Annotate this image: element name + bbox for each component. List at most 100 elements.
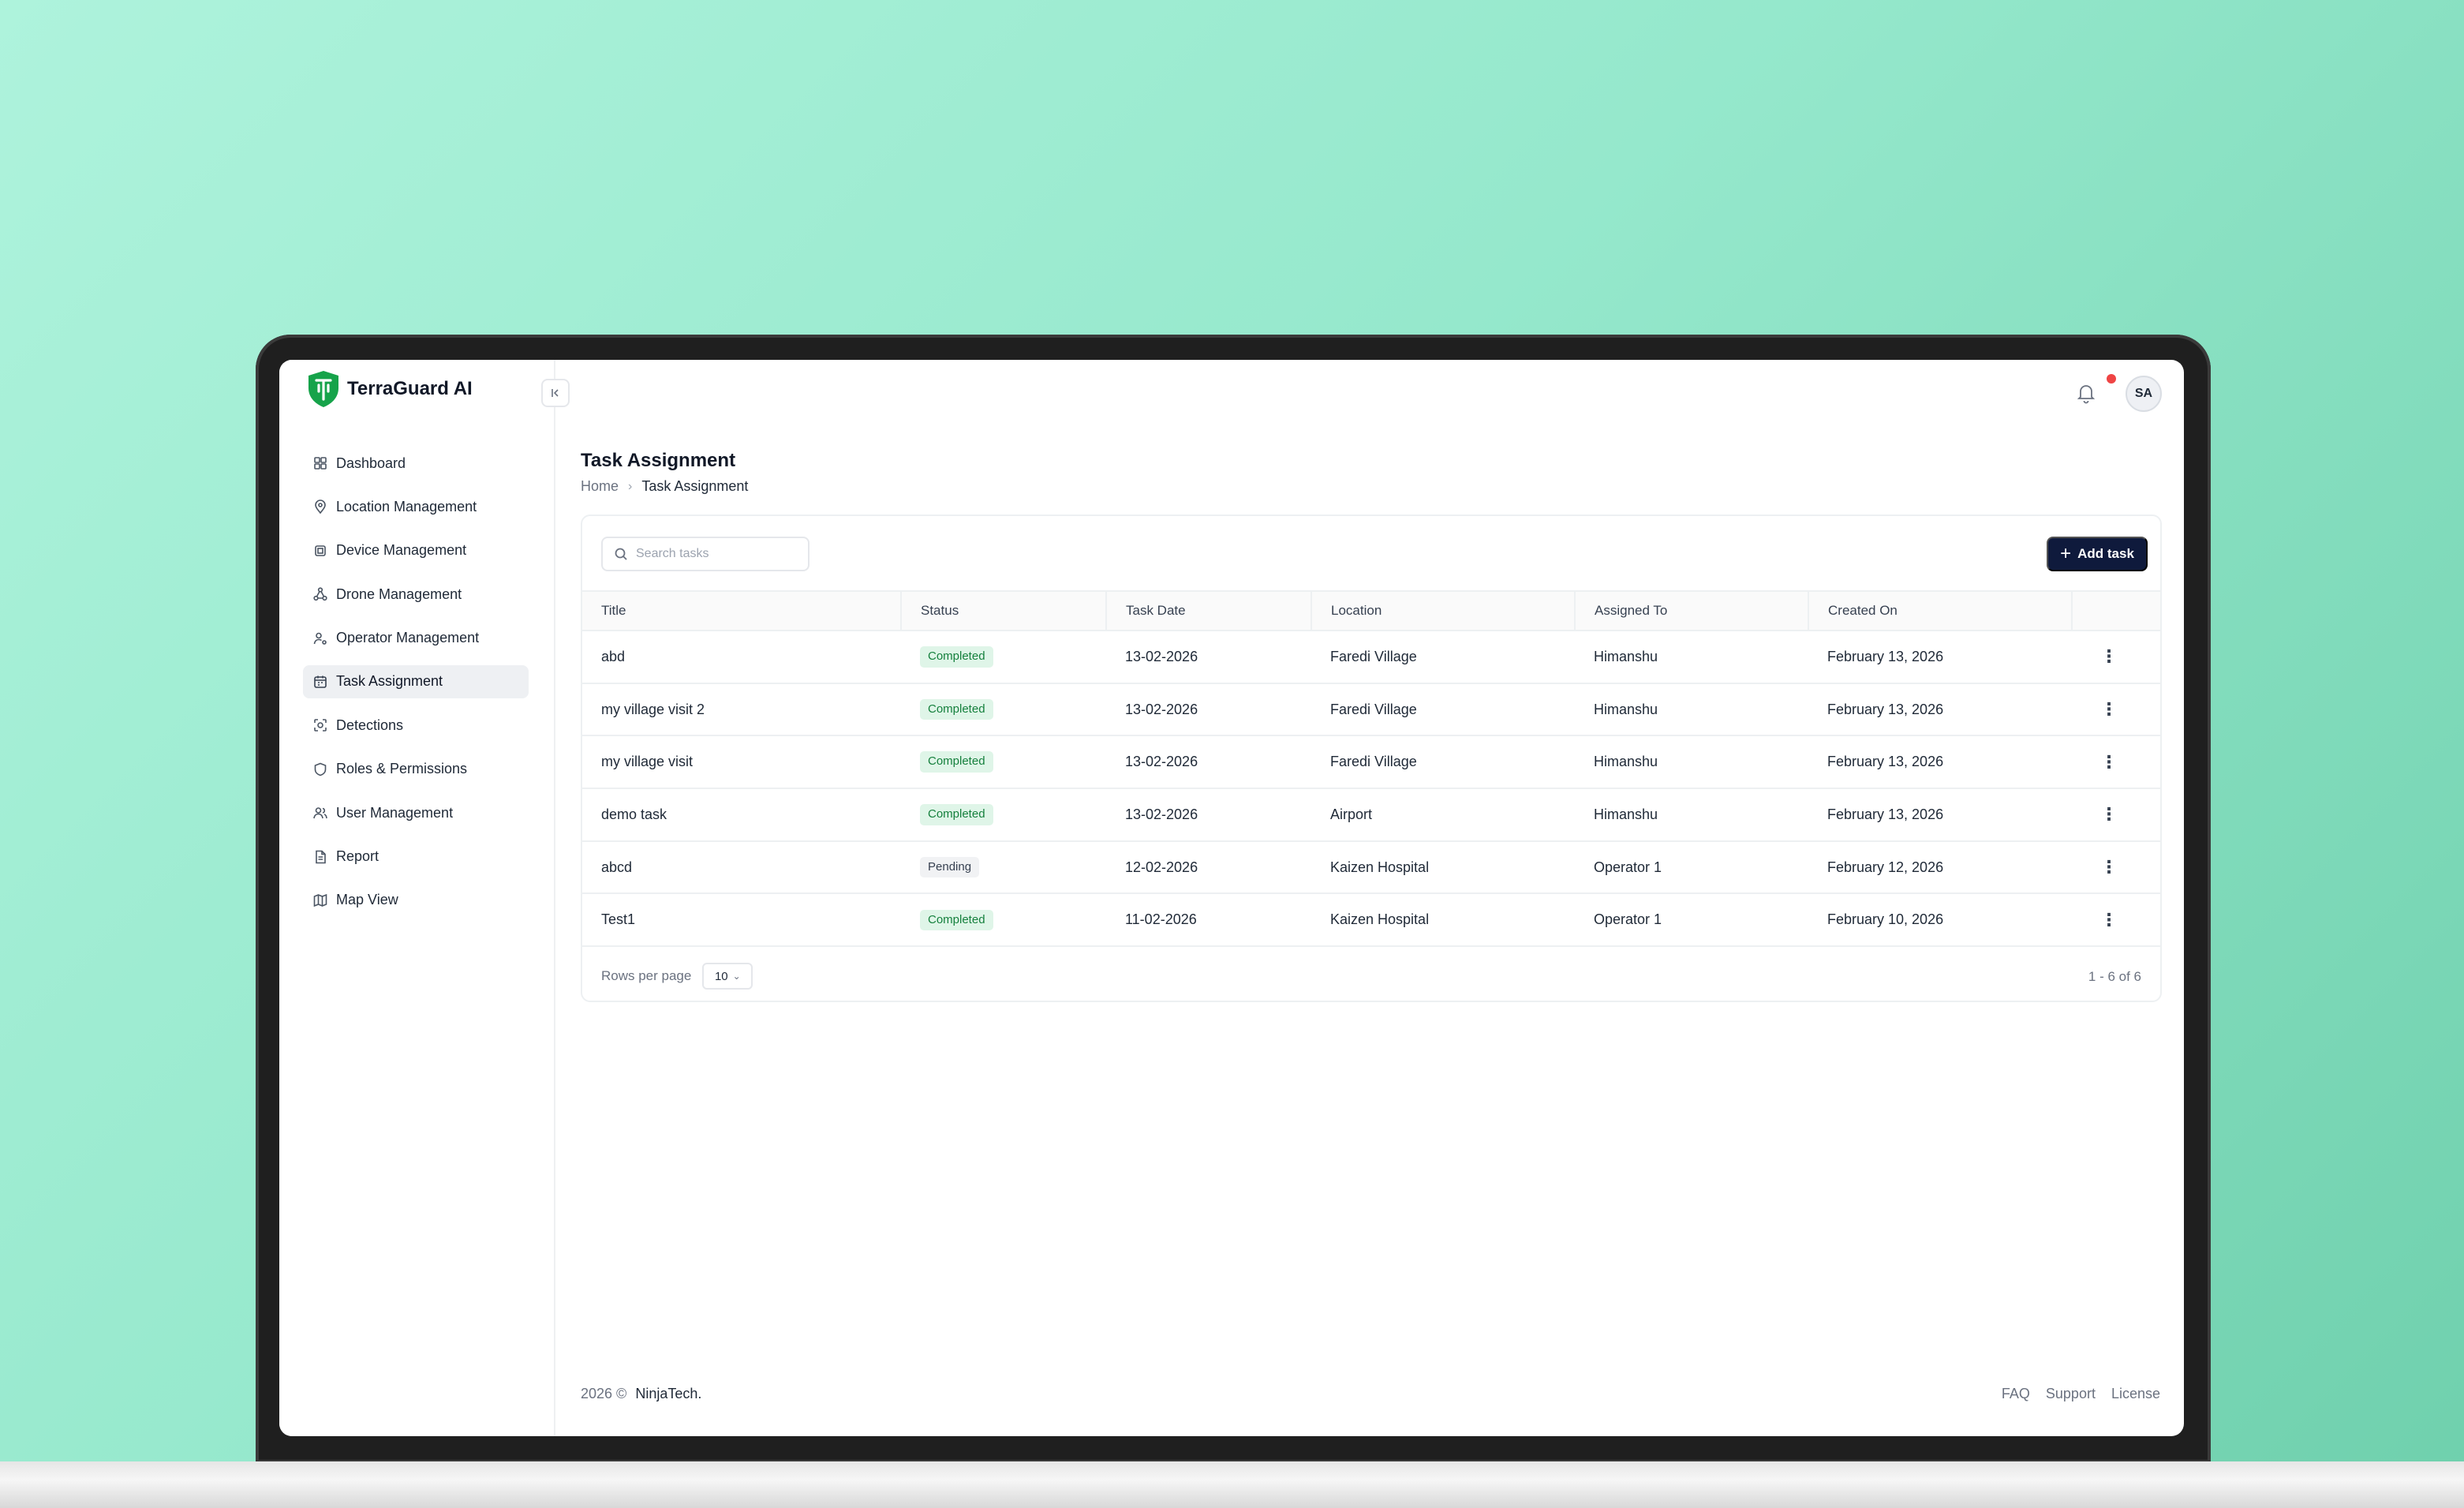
row-actions-icon[interactable]: ⋮ (2072, 631, 2160, 683)
cell-title: my village visit 2 (601, 701, 705, 717)
cell-assigned-to: Operator 1 (1594, 859, 1662, 875)
row-actions-icon[interactable]: ⋮ (2072, 841, 2160, 894)
sidebar-nav: Dashboard Location Management Device Man… (303, 447, 529, 927)
shield-icon (314, 762, 327, 776)
add-task-label: Add task (2077, 546, 2134, 561)
sidebar-item-drone-management[interactable]: Drone Management (303, 578, 529, 611)
column-header-task-date[interactable]: Task Date (1106, 590, 1312, 631)
brand[interactable]: TerraGuard AI (306, 369, 473, 409)
users-icon (313, 807, 327, 819)
cell-task-date: 13-02-2026 (1125, 701, 1198, 717)
cell-created-on: February 12, 2026 (1827, 859, 1944, 875)
search-box[interactable] (601, 537, 809, 571)
add-task-button[interactable]: + Add task (2047, 537, 2148, 571)
sidebar-item-label: Drone Management (336, 586, 462, 602)
table-header-row: Title Status Task Date Location Assigned… (582, 590, 2160, 631)
pagination-range: 1 - 6 of 6 (2088, 969, 2141, 984)
cell-location: Faredi Village (1330, 701, 1417, 717)
footer-link-license[interactable]: License (2111, 1386, 2160, 1402)
sidebar-item-label: Detections (336, 717, 404, 733)
cell-task-date: 13-02-2026 (1125, 806, 1198, 822)
column-header-status[interactable]: Status (901, 590, 1107, 631)
footer-copyright: 2026 © NinjaTech. (581, 1386, 701, 1402)
sidebar-item-roles-permissions[interactable]: Roles & Permissions (303, 753, 529, 786)
sidebar-item-label: Location Management (336, 498, 477, 515)
breadcrumb-home[interactable]: Home (581, 478, 619, 495)
shield-logo-icon (308, 371, 338, 407)
rows-per-page-label: Rows per page (601, 968, 692, 983)
sidebar-item-label: Operator Management (336, 630, 480, 646)
avatar[interactable]: SA (2126, 376, 2162, 412)
app-name: TerraGuard AI (347, 378, 473, 399)
sidebar-item-label: Map View (336, 892, 398, 908)
footer-link-support[interactable]: Support (2046, 1386, 2096, 1402)
column-header-assigned-to[interactable]: Assigned To (1575, 590, 1809, 631)
cell-title: abd (601, 648, 626, 664)
sidebar-item-device-management[interactable]: Device Management (303, 534, 529, 567)
cell-title: abcd (601, 859, 633, 875)
company-link[interactable]: NinjaTech. (635, 1386, 701, 1401)
table-row[interactable]: abd Completed 13-02-2026 Faredi Village … (582, 631, 2160, 683)
cell-status: Completed (901, 735, 1106, 788)
sidebar-item-user-management[interactable]: User Management (303, 796, 529, 829)
sidebar-item-task-assignment[interactable]: Task Assignment (303, 664, 529, 698)
collapse-left-icon (552, 389, 559, 397)
map-pin-icon (315, 500, 326, 515)
rows-per-page-select[interactable]: 10 ⌄ (702, 963, 753, 990)
cell-created-on: February 13, 2026 (1827, 754, 1944, 770)
sidebar-item-map-view[interactable]: Map View (303, 884, 529, 917)
cell-location: Kaizen Hospital (1330, 859, 1430, 875)
cell-created-on: February 13, 2026 (1827, 806, 1944, 822)
network-icon (313, 587, 327, 601)
status-badge: Completed (920, 909, 993, 931)
status-badge: Completed (920, 646, 993, 668)
cell-task-date: 13-02-2026 (1125, 754, 1198, 770)
status-badge: Completed (920, 698, 993, 720)
row-actions-icon[interactable]: ⋮ (2072, 683, 2160, 736)
row-actions-icon[interactable]: ⋮ (2072, 893, 2160, 946)
row-actions-icon[interactable]: ⋮ (2072, 788, 2160, 841)
table-row[interactable]: my village visit Completed 13-02-2026 Fa… (582, 735, 2160, 789)
cell-location: Faredi Village (1330, 648, 1417, 664)
rows-per-page-value: 10 (714, 969, 728, 983)
cell-status: Completed (901, 631, 1106, 683)
table-row[interactable]: demo task Completed 13-02-2026 Airport H… (582, 788, 2160, 841)
file-icon (316, 850, 326, 863)
cell-status: Completed (901, 683, 1106, 736)
tasks-card: + Add task Title Status Task Date Locati… (581, 515, 2162, 1002)
breadcrumb: Home › Task Assignment (581, 478, 748, 495)
breadcrumb-current: Task Assignment (641, 478, 749, 494)
sidebar-item-location-management[interactable]: Location Management (303, 490, 529, 523)
cell-assigned-to: Himanshu (1594, 754, 1658, 770)
sidebar-collapse-button[interactable] (541, 379, 570, 407)
sidebar-item-dashboard[interactable]: Dashboard (303, 447, 529, 480)
tasks-table: Title Status Task Date Location Assigned… (582, 590, 2160, 947)
cell-title: Test1 (601, 911, 636, 928)
user-cog-icon (313, 632, 327, 645)
cell-created-on: February 13, 2026 (1827, 648, 1944, 664)
search-input[interactable] (636, 547, 794, 561)
cell-assigned-to: Operator 1 (1594, 911, 1662, 928)
cell-task-date: 13-02-2026 (1125, 648, 1198, 664)
sidebar-item-report[interactable]: Report (303, 840, 529, 874)
laptop-frame: TerraGuard AI Dashboard Location Managem… (256, 335, 2211, 1463)
row-actions-icon[interactable]: ⋮ (2072, 735, 2160, 788)
table-row[interactable]: abcd Pending 12-02-2026 Kaizen Hospital … (582, 841, 2160, 894)
cell-status: Completed (901, 893, 1106, 946)
cell-assigned-to: Himanshu (1594, 806, 1658, 822)
footer-link-faq[interactable]: FAQ (2002, 1386, 2030, 1402)
sidebar-item-operator-management[interactable]: Operator Management (303, 622, 529, 655)
sidebar-item-detections[interactable]: Detections (303, 709, 529, 742)
table-row[interactable]: Test1 Completed 11-02-2026 Kaizen Hospit… (582, 893, 2160, 947)
column-header-title[interactable]: Title (582, 590, 902, 631)
column-header-actions (2072, 590, 2160, 631)
sidebar-item-label: Report (336, 848, 380, 865)
table-row[interactable]: my village visit 2 Completed 13-02-2026 … (582, 683, 2160, 736)
chip-icon (315, 544, 326, 556)
column-header-created-on[interactable]: Created On (1808, 590, 2073, 631)
sidebar-item-label: Device Management (336, 542, 467, 559)
notification-bell-icon[interactable] (2073, 380, 2099, 406)
column-header-location[interactable]: Location (1311, 590, 1576, 631)
cell-title: my village visit (601, 754, 694, 770)
page-title: Task Assignment (581, 450, 736, 471)
